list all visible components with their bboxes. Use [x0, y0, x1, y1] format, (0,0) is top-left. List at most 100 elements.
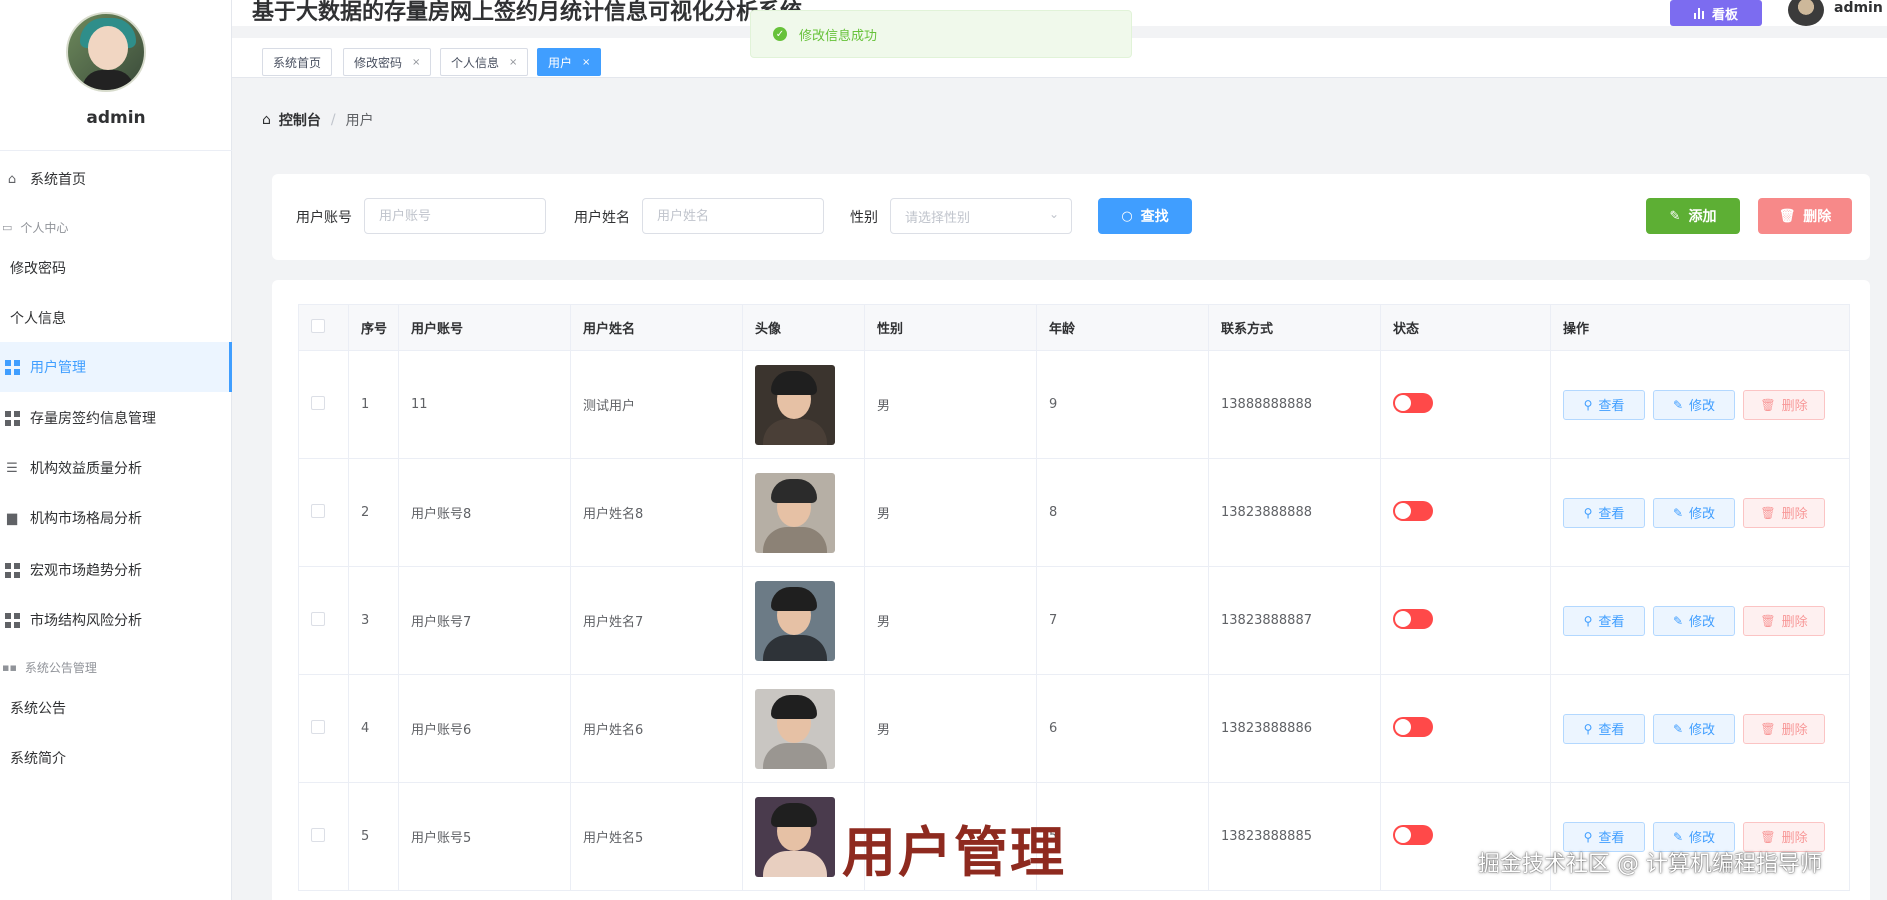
delete-button[interactable]: 🗑 删除 — [1758, 198, 1852, 234]
cell-index: 4 — [348, 674, 399, 783]
tab-user[interactable]: 用户 × — [537, 48, 602, 76]
trash-icon: 🗑 — [1760, 721, 1776, 736]
view-button[interactable]: ⚲ 查看 — [1563, 497, 1645, 528]
edit-button[interactable]: ✎ 修改 — [1653, 605, 1735, 636]
view-label: 查看 — [1598, 831, 1625, 846]
sidebar-item-label: 系统首页 — [30, 172, 86, 188]
edit-icon: ✎ — [1672, 613, 1684, 628]
sidebar-group-personal[interactable]: ▭ 个人中心 — [0, 218, 232, 236]
user-avatar-image[interactable] — [755, 472, 835, 553]
sidebar-item-label: 存量房签约信息管理 — [30, 411, 156, 427]
user-avatar-image[interactable] — [755, 364, 835, 445]
tab-label: 个人信息 — [451, 55, 500, 70]
delete-row-button[interactable]: 🗑 删除 — [1743, 713, 1825, 744]
view-label: 查看 — [1598, 399, 1625, 414]
cell-phone: 13823888886 — [1208, 674, 1381, 783]
cell-account: 11 — [398, 350, 571, 459]
sidebar-item-label: 个人信息 — [10, 311, 66, 327]
bar-chart-icon — [1693, 7, 1704, 19]
sidebar-avatar[interactable] — [66, 12, 146, 92]
edit-icon: ✎ — [1672, 505, 1684, 520]
search-icon: ⚲ — [1583, 613, 1593, 628]
sidebar-username: admin — [86, 108, 146, 128]
row-checkbox[interactable] — [311, 827, 325, 842]
user-avatar-image[interactable] — [755, 580, 835, 661]
kanban-button[interactable]: 看板 — [1670, 0, 1762, 26]
sidebar-item-contract-management[interactable]: 存量房签约信息管理 — [0, 394, 232, 442]
tab-change-password[interactable]: 修改密码 × — [343, 48, 432, 76]
sidebar-group-announcement[interactable]: ▪▪ 系统公告管理 — [0, 658, 232, 676]
status-switch[interactable] — [1393, 500, 1433, 521]
col-actions: 操作 — [1550, 304, 1850, 351]
grid-icon — [4, 612, 20, 628]
header-username[interactable]: admin — [1834, 0, 1883, 16]
sidebar-item-intro[interactable]: 系统简介 — [0, 734, 232, 782]
breadcrumb-root[interactable]: 控制台 — [279, 110, 321, 130]
briefcase-icon: ▆ — [7, 510, 17, 526]
table-row: 4 用户账号6 用户姓名6 男 6 13823888886 ⚲ 查看 ✎ 修改 🗑 删除 — [298, 674, 1850, 783]
row-checkbox[interactable] — [311, 503, 325, 518]
grid-icon: ▪▪ — [2, 660, 17, 674]
edit-icon: ✎ — [1672, 829, 1684, 844]
app-title: 基于大数据的存量房网上签约月统计信息可视化分析系统 — [252, 0, 803, 25]
tab-label: 系统首页 — [273, 55, 322, 70]
tab-profile[interactable]: 个人信息 × — [440, 48, 529, 76]
row-checkbox[interactable] — [311, 719, 325, 734]
view-button[interactable]: ⚲ 查看 — [1563, 389, 1645, 420]
find-label: 查找 — [1140, 209, 1169, 225]
cell-age: 7 — [1036, 566, 1209, 675]
sidebar-item-label: 机构效益质量分析 — [30, 461, 142, 477]
sidebar-item-home[interactable]: ⌂ 系统首页 — [0, 155, 232, 203]
status-switch[interactable] — [1393, 608, 1433, 629]
name-input[interactable] — [642, 198, 824, 234]
row-checkbox[interactable] — [311, 611, 325, 626]
sidebar-item-user-management[interactable]: 用户管理 — [0, 342, 232, 392]
cell-phone: 13823888887 — [1208, 566, 1381, 675]
select-all-checkbox[interactable] — [311, 318, 325, 333]
sidebar-item-label: 市场结构风险分析 — [30, 613, 142, 629]
trash-icon: 🗑 — [1778, 208, 1796, 224]
sidebar-item-market-pattern[interactable]: ▆ 机构市场格局分析 — [0, 494, 232, 542]
delete-row-button[interactable]: 🗑 删除 — [1743, 497, 1825, 528]
tab-home[interactable]: 系统首页 — [262, 48, 333, 76]
sidebar-item-label: 系统简介 — [10, 751, 66, 767]
view-label: 查看 — [1598, 507, 1625, 522]
sidebar-item-profile[interactable]: 个人信息 — [0, 294, 232, 342]
status-switch[interactable] — [1393, 824, 1433, 845]
status-switch[interactable] — [1393, 716, 1433, 737]
user-avatar-image[interactable] — [755, 796, 835, 877]
account-input[interactable] — [364, 198, 546, 234]
delete-row-button[interactable]: 🗑 删除 — [1743, 389, 1825, 420]
sidebar-item-macro-trend[interactable]: 宏观市场趋势分析 — [0, 546, 232, 594]
sidebar-item-announcement[interactable]: 系统公告 — [0, 684, 232, 732]
close-icon[interactable]: × — [412, 57, 420, 68]
row-checkbox[interactable] — [311, 395, 325, 410]
user-avatar-image[interactable] — [755, 688, 835, 769]
tab-label: 用户 — [548, 55, 573, 70]
view-button[interactable]: ⚲ 查看 — [1563, 713, 1645, 744]
edit-button[interactable]: ✎ 修改 — [1653, 713, 1735, 744]
status-switch[interactable] — [1393, 392, 1433, 413]
sidebar-item-institution-quality[interactable]: ☰ 机构效益质量分析 — [0, 444, 232, 492]
edit-button[interactable]: ✎ 修改 — [1653, 497, 1735, 528]
user-table: 序号 用户账号 用户姓名 头像 性别 年龄 联系方式 状态 操作 1 11 测试… — [298, 304, 1850, 891]
grid-icon — [4, 410, 20, 426]
name-label: 用户姓名 — [574, 210, 630, 226]
sidebar-item-label: 用户管理 — [30, 360, 86, 376]
sidebar-item-change-password[interactable]: 修改密码 — [0, 244, 232, 292]
sidebar-item-structure-risk[interactable]: 市场结构风险分析 — [0, 596, 232, 644]
edit-button[interactable]: ✎ 修改 — [1653, 389, 1735, 420]
find-button[interactable]: ○ 查找 — [1098, 198, 1192, 234]
breadcrumb: ⌂ 控制台 / 用户 — [262, 110, 374, 130]
success-toast: ✓ 修改信息成功 — [750, 10, 1132, 58]
cell-phone: 13823888888 — [1208, 458, 1381, 567]
delete-row-button[interactable]: 🗑 删除 — [1743, 605, 1825, 636]
grid-icon — [4, 359, 20, 375]
add-button[interactable]: ✎ 添加 — [1646, 198, 1740, 234]
close-icon[interactable]: × — [582, 57, 590, 68]
gender-select[interactable]: 请选择性别 ⌄ — [890, 198, 1072, 234]
close-icon[interactable]: × — [509, 57, 517, 68]
cell-age: 6 — [1036, 674, 1209, 783]
view-button[interactable]: ⚲ 查看 — [1563, 605, 1645, 636]
cell-phone: 13888888888 — [1208, 350, 1381, 459]
